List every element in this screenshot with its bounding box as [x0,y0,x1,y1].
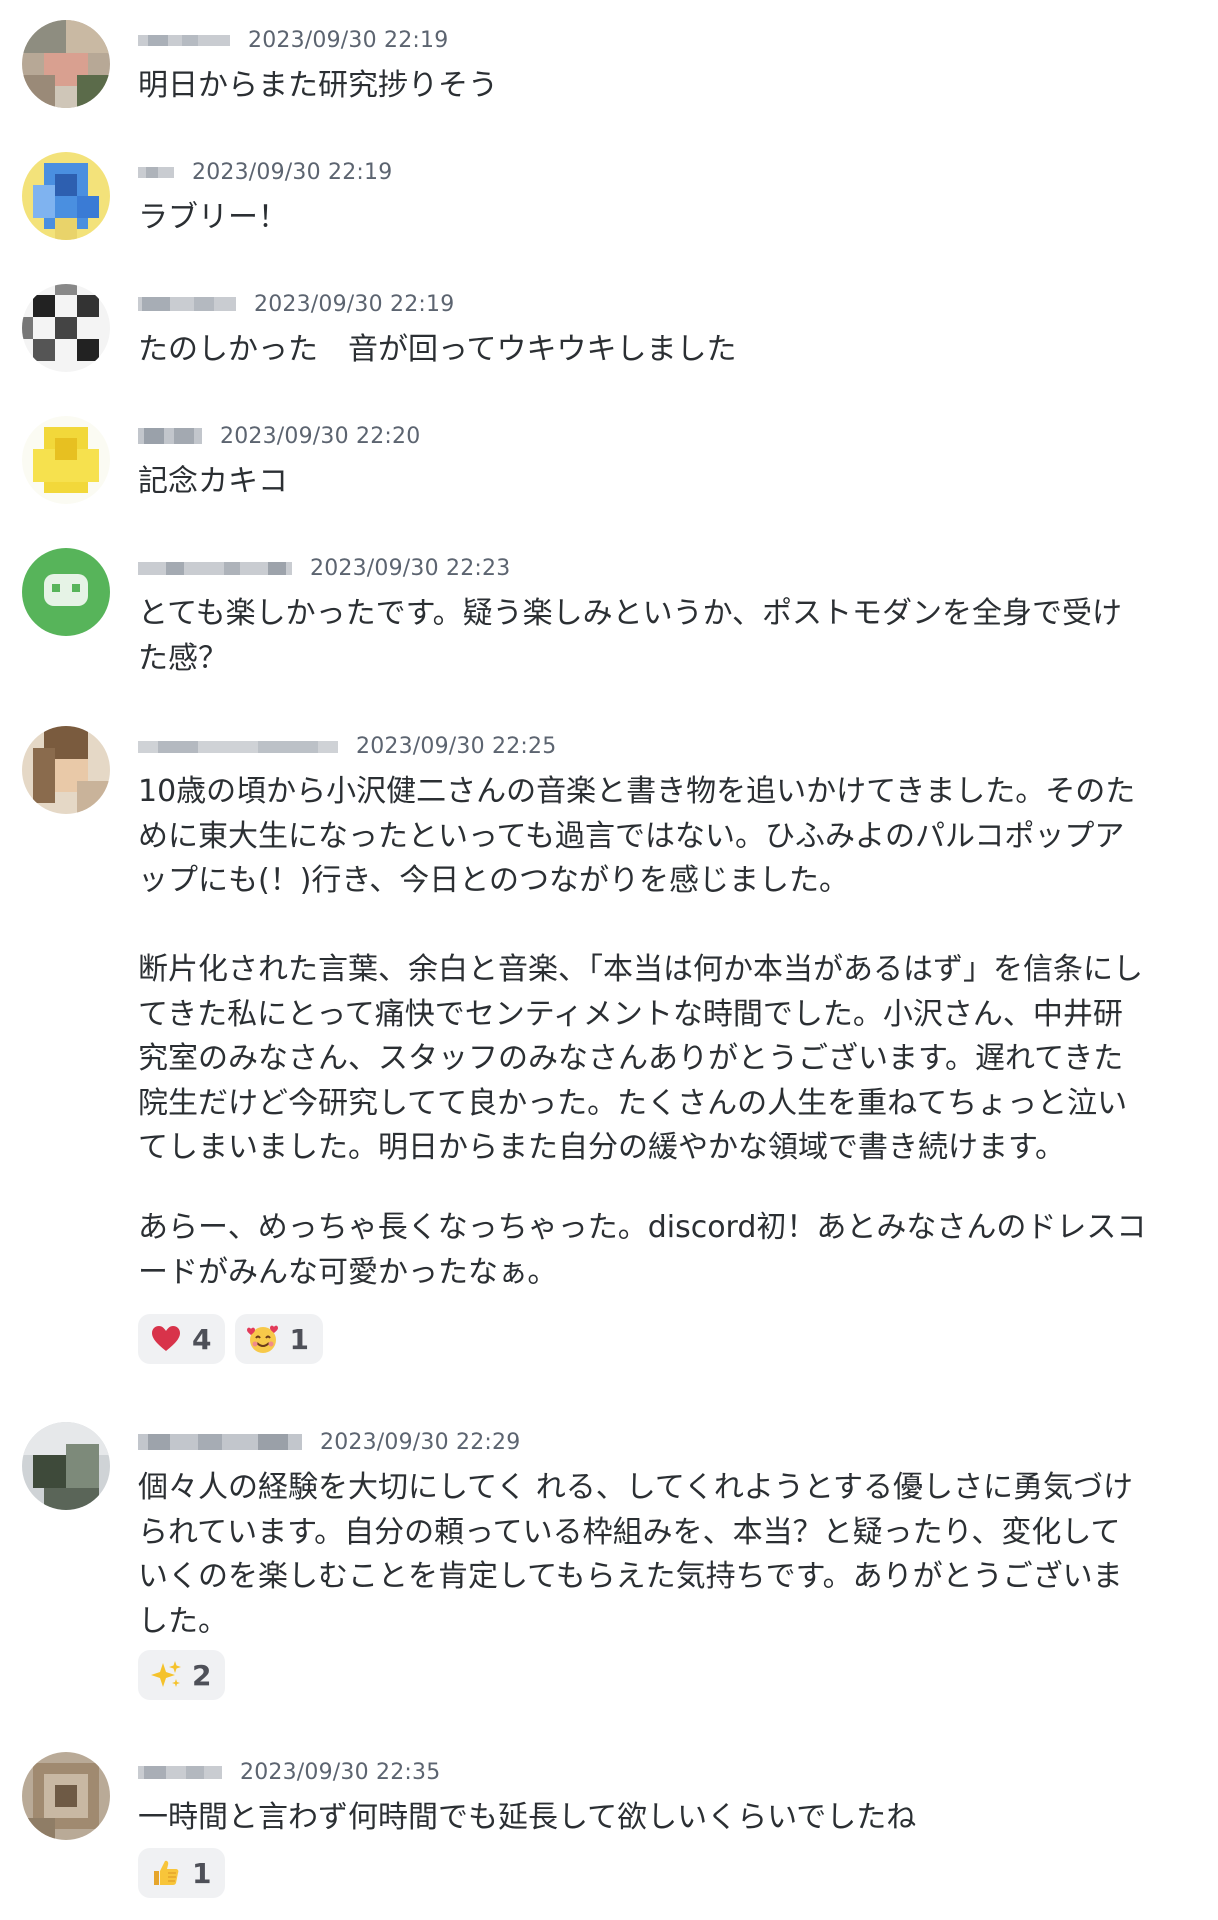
message-text: 記念カキコ [138,464,288,499]
avatar[interactable] [22,548,110,636]
message-item: 2023/09/30 22:19 ラブリー！ [0,152,1218,242]
username[interactable] [138,1431,302,1453]
message-item: 2023/09/30 22:20 記念カキコ [0,416,1218,506]
reaction-button[interactable]: 1 [138,1848,226,1898]
avatar[interactable] [22,726,110,814]
message-text: 一時間と言わず何時間でも延長して欲しいくらいでしたね [138,1800,917,1835]
reaction-bar: 2 [138,1650,226,1700]
thumbs-up-emoji-icon [154,1860,179,1885]
message-item: 2023/09/30 22:29 個々人の経験を大切にしてく れる、してくれよう… [0,1422,1218,1718]
message-header: 2023/09/30 22:19 [138,24,448,56]
timestamp: 2023/09/30 22:23 [310,555,511,581]
heart-emoji-icon [152,1326,180,1351]
message-header: 2023/09/30 22:23 [138,552,510,584]
username[interactable] [138,735,338,757]
username[interactable] [138,293,236,315]
timestamp: 2023/09/30 22:19 [248,27,449,53]
timestamp: 2023/09/30 22:35 [240,1759,441,1785]
message-item: 2023/09/30 22:23 とても楽しかったです。疑う楽しみというか、ポス… [0,548,1218,682]
reaction-count: 1 [192,1856,212,1890]
reaction-button[interactable]: 2 [138,1650,226,1700]
timestamp: 2023/09/30 22:25 [356,733,557,759]
username[interactable] [138,161,174,183]
message-item: 2023/09/30 22:35 一時間と言わず何時間でも延長して欲しいくらいで… [0,1752,1218,1912]
reaction-button[interactable]: 1 [235,1314,323,1364]
reaction-bar: 4 1 [138,1314,323,1364]
message-header: 2023/09/30 22:29 [138,1426,520,1458]
timestamp: 2023/09/30 22:29 [320,1429,521,1455]
reaction-count: 1 [289,1322,309,1356]
reaction-button[interactable]: 4 [138,1314,226,1364]
timestamp: 2023/09/30 22:19 [192,159,393,185]
message-item: 2023/09/30 22:19 明日からまた研究捗りそう [0,20,1218,110]
message-text: たのしかった 音が回ってウキウキしました [138,332,737,367]
message-header: 2023/09/30 22:19 [138,288,454,320]
avatar[interactable] [22,1422,110,1510]
message-text: とても楽しかったです。疑う楽しみというか、ポストモダンを全身で受けた感？ [138,596,1122,676]
message-text: ラブリー！ [138,200,288,235]
message-header: 2023/09/30 22:35 [138,1756,440,1788]
avatar[interactable] [22,152,110,240]
message-feed: 2023/09/30 22:19 明日からまた研究捗りそう 2023/09/30… [0,0,1218,1920]
reaction-count: 2 [192,1658,212,1692]
message-item: 2023/09/30 22:25 10歳の頃から小沢健二さんの音楽と書き物を追い… [0,726,1218,1376]
avatar[interactable] [22,1752,110,1840]
username[interactable] [138,1761,222,1783]
reaction-bar: 1 [138,1848,226,1898]
message-header: 2023/09/30 22:20 [138,420,420,452]
message-item: 2023/09/30 22:19 たのしかった 音が回ってウキウキしました [0,284,1218,374]
message-header: 2023/09/30 22:25 [138,730,556,762]
smiling-hearts-emoji-icon [247,1325,279,1353]
reaction-count: 4 [192,1322,212,1356]
sparkles-emoji-icon [151,1661,181,1687]
message-text: 明日からまた研究捗りそう [138,68,498,103]
message-text: あらー、めっちゃ長くなっちゃった。discord初！あとみなさんのドレスコードが… [138,1210,1147,1290]
message-header: 2023/09/30 22:19 [138,156,392,188]
username[interactable] [138,29,230,51]
avatar[interactable] [22,20,110,108]
username[interactable] [138,425,202,447]
message-text: 個々人の経験を大切にしてく れる、してくれようとする優しさに勇気づけられています… [138,1470,1134,1639]
avatar[interactable] [22,416,110,504]
message-text: 10歳の頃から小沢健二さんの音楽と書き物を追いかけてきました。そのために東大生に… [138,774,1143,1165]
username[interactable] [138,557,292,579]
avatar[interactable] [22,284,110,372]
timestamp: 2023/09/30 22:20 [220,423,421,449]
timestamp: 2023/09/30 22:19 [254,291,455,317]
